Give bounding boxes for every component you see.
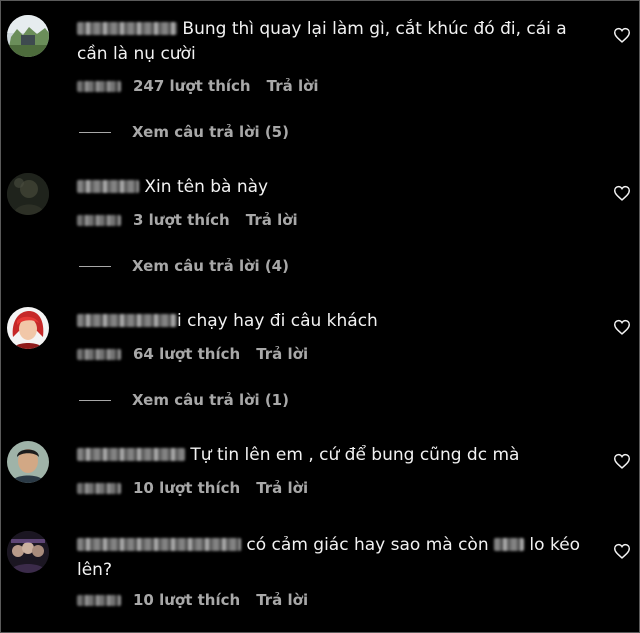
comment-meta: 3 lượt thích Trả lời — [77, 211, 298, 229]
like-count[interactable]: 10 lượt thích — [133, 479, 240, 497]
like-count[interactable]: 64 lượt thích — [133, 345, 240, 363]
comments-panel: Bung thì quay lại làm gì, cắt khúc đó đi… — [0, 0, 640, 633]
reply-button[interactable]: Trả lời — [267, 77, 319, 95]
view-replies-button[interactable]: Xem câu trả lời (4) — [79, 257, 289, 275]
comment-text: Bung thì quay lại làm gì, cắt khúc đó đi… — [77, 19, 567, 64]
reply-button[interactable]: Trả lời — [256, 479, 308, 497]
man-avatar[interactable] — [7, 441, 49, 483]
comment-meta: 10 lượt thích Trả lời — [77, 479, 308, 497]
heart-outline-icon[interactable] — [613, 543, 631, 559]
like-count[interactable]: 247 lượt thích — [133, 77, 251, 95]
redacted-word — [494, 538, 525, 551]
divider-line — [79, 399, 111, 401]
red-hair-avatar[interactable] — [7, 307, 49, 349]
redacted-timestamp — [77, 214, 121, 226]
like-count[interactable]: 3 lượt thích — [133, 211, 230, 229]
redacted-username — [77, 180, 139, 193]
heart-outline-icon[interactable] — [613, 27, 631, 43]
view-replies-label: Xem câu trả lời (1) — [132, 391, 289, 409]
divider-line — [79, 265, 111, 267]
redacted-timestamp — [77, 80, 121, 92]
reply-button[interactable]: Trả lời — [256, 345, 308, 363]
comment-text: Tự tin lên em , cứ để bung cũng dc mà — [77, 443, 597, 468]
redacted-username — [77, 538, 241, 551]
like-count[interactable]: 10 lượt thích — [133, 591, 240, 609]
redacted-username — [77, 22, 177, 35]
redacted-timestamp — [77, 348, 121, 360]
redacted-timestamp — [77, 482, 121, 494]
view-replies-button[interactable]: Xem câu trả lời (5) — [79, 123, 289, 141]
redacted-timestamp — [77, 594, 121, 606]
redacted-username — [77, 448, 185, 461]
view-replies-label: Xem câu trả lời (4) — [132, 257, 289, 275]
heart-outline-icon[interactable] — [613, 453, 631, 469]
reply-button[interactable]: Trả lời — [246, 211, 298, 229]
comment-text: i chạy hay đi câu khách — [77, 309, 597, 334]
comment-meta: 247 lượt thích Trả lời — [77, 77, 319, 95]
divider-line — [79, 131, 111, 133]
comment-meta: 64 lượt thích Trả lời — [77, 345, 308, 363]
heart-outline-icon[interactable] — [613, 185, 631, 201]
comment-text: Xin tên bà này — [77, 175, 597, 200]
landscape-avatar[interactable] — [7, 15, 49, 57]
group-avatar[interactable] — [7, 531, 49, 573]
view-replies-button[interactable]: Xem câu trả lời (1) — [79, 391, 289, 409]
dark-avatar[interactable] — [7, 173, 49, 215]
reply-button[interactable]: Trả lời — [256, 591, 308, 609]
view-replies-label: Xem câu trả lời (5) — [132, 123, 289, 141]
comment-meta: 10 lượt thích Trả lời — [77, 591, 308, 609]
comment-text: có cảm giác hay sao mà còn lo kéo lên? — [77, 535, 581, 580]
redacted-username — [77, 314, 177, 327]
heart-outline-icon[interactable] — [613, 319, 631, 335]
